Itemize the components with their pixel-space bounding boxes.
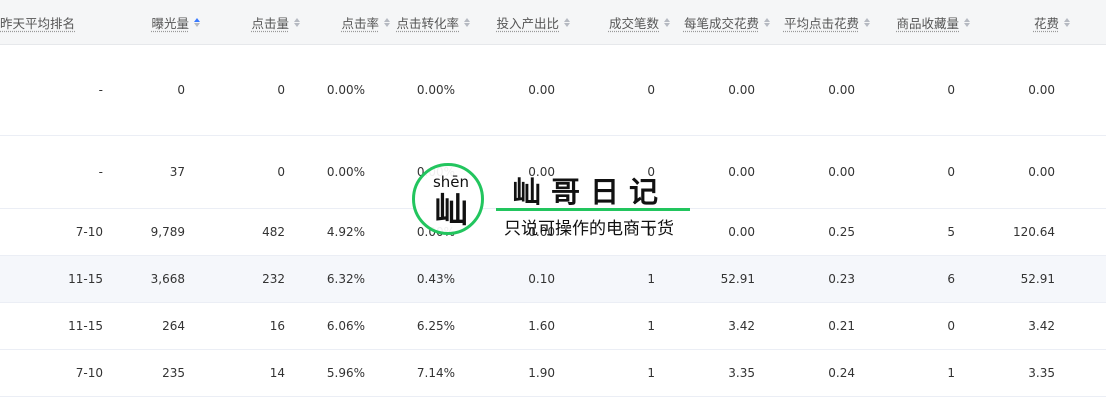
col-header-favorites[interactable]: 商品收藏量 [870,0,970,44]
cell-impressions: 235 [162,366,185,380]
cell-cpc: 0.24 [828,366,855,380]
col-header-roi[interactable]: 投入产出比 [470,0,570,44]
col-header-spend[interactable]: 花费 [970,0,1070,44]
cell-orders: 1 [647,272,655,286]
cell-cvr: 6.25% [416,319,455,333]
cell-roi: 1.60 [528,319,555,333]
col-header-impressions[interactable]: 曝光量 [103,0,200,44]
table-row: 11-15 3,668 232 6.32% 0.43% 0.10 1 52.91… [0,256,1106,303]
cell-favorites: 6 [947,272,955,286]
cell-cvr: 0.43% [416,272,455,286]
cell-spend: 3.42 [1028,319,1055,333]
cell-roi: 0.00 [528,165,555,179]
table-row: - 37 0 0.00% 0.00% 0.00 0 0.00 0.00 0 0.… [0,136,1106,209]
col-header-cpc[interactable]: 平均点击花费 [770,0,870,44]
cell-favorites: 1 [947,366,955,380]
cell-spend: 0.00 [1028,165,1055,179]
cell-clicks: 232 [262,272,285,286]
cell-rank: 7-10 [75,366,103,380]
cell-rank: - [98,83,103,97]
cell-orders: 0 [647,165,655,179]
cell-ctr: 4.92% [326,225,365,239]
table-row: 11-15 264 16 6.06% 6.25% 1.60 1 3.42 0.2… [0,303,1106,350]
cell-impressions: 0 [177,83,185,97]
cell-cost-per-order: 0.00 [728,225,755,239]
cell-orders: 1 [647,319,655,333]
cell-cvr: 0.00% [416,83,455,97]
cell-cpc: 0.00 [828,165,855,179]
cell-cpc: 0.00 [828,83,855,97]
cell-roi: 0.00 [528,83,555,97]
col-header-cvr[interactable]: 点击转化率 [390,0,470,44]
cell-rank: 11-15 [68,272,103,286]
cell-rank: 11-15 [68,319,103,333]
cell-ctr: 5.96% [326,366,365,380]
cell-cost-per-order: 3.42 [728,319,755,333]
cell-clicks: 16 [269,319,285,333]
col-header-ctr[interactable]: 点击率 [300,0,390,44]
cell-cpc: 0.25 [828,225,855,239]
col-header-cost-per-order[interactable]: 每笔成交花费 [670,0,770,44]
cell-spend: 52.91 [1020,272,1055,286]
cell-cost-per-order: 52.91 [720,272,755,286]
cell-clicks: 0 [277,83,285,97]
col-header-clicks[interactable]: 点击量 [200,0,300,44]
cell-cost-per-order: 0.00 [728,83,755,97]
col-header-orders[interactable]: 成交笔数 [570,0,670,44]
table-header: 昨天平均排名 曝光量 点击量 点击率 点击转化率 投入产出比 成交笔数 每笔成交… [0,0,1106,45]
cell-impressions: 264 [162,319,185,333]
data-table: 昨天平均排名 曝光量 点击量 点击率 点击转化率 投入产出比 成交笔数 每笔成交… [0,0,1106,406]
cell-ctr: 0.00% [326,165,365,179]
cell-cvr: 0.00% [416,165,455,179]
cell-favorites: 5 [947,225,955,239]
cell-cvr: 0.00% [416,225,455,239]
table-row: 7-10 9,789 482 4.92% 0.00% 0.00 0 0.00 0… [0,209,1106,256]
cell-spend: 0.00 [1028,83,1055,97]
cell-cost-per-order: 0.00 [728,165,755,179]
cell-impressions: 9,789 [150,225,185,239]
cell-cvr: 7.14% [416,366,455,380]
cell-roi: 0.00 [528,225,555,239]
cell-spend: 120.64 [1013,225,1055,239]
cell-favorites: 0 [947,319,955,333]
sort-icon[interactable] [1064,17,1070,27]
cell-roi: 1.90 [528,366,555,380]
cell-favorites: 0 [947,83,955,97]
table-row: - 0 0 0.00% 0.00% 0.00 0 0.00 0.00 0 0.0… [0,45,1106,136]
cell-ctr: 6.32% [326,272,365,286]
cell-favorites: 0 [947,165,955,179]
cell-clicks: 482 [262,225,285,239]
cell-cost-per-order: 3.35 [728,366,755,380]
cell-spend: 3.35 [1028,366,1055,380]
cell-orders: 0 [647,225,655,239]
cell-impressions: 37 [169,165,185,179]
table-row: 7-10 235 14 5.96% 7.14% 1.90 1 3.35 0.24… [0,350,1106,397]
cell-orders: 0 [647,83,655,97]
cell-rank: - [98,165,103,179]
cell-orders: 1 [647,366,655,380]
cell-cpc: 0.23 [828,272,855,286]
cell-clicks: 14 [269,366,285,380]
cell-cpc: 0.21 [828,319,855,333]
cell-ctr: 0.00% [326,83,365,97]
cell-ctr: 6.06% [326,319,365,333]
cell-impressions: 3,668 [150,272,185,286]
cell-rank: 7-10 [75,225,103,239]
col-header-rank: 昨天平均排名 [0,15,76,31]
cell-clicks: 0 [277,165,285,179]
cell-roi: 0.10 [528,272,555,286]
